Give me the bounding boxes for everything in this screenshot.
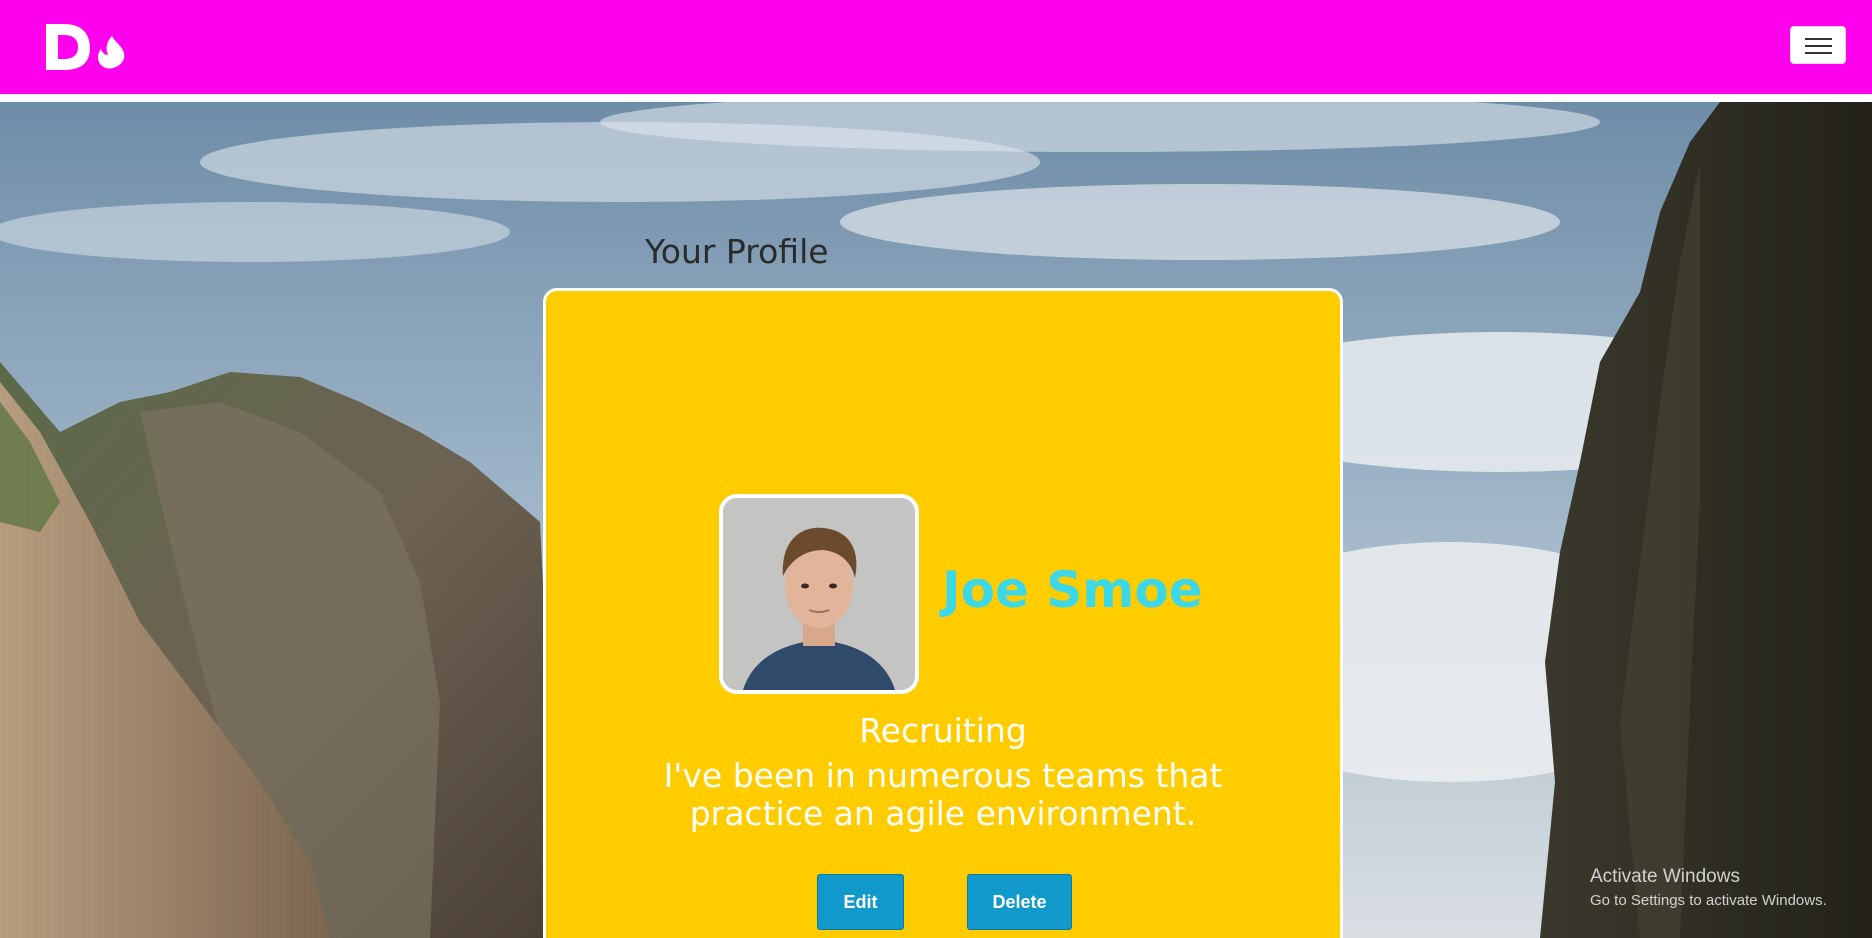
page-title: Your Profile [645,232,829,271]
profile-card: Joe Smoe Recruiting I've been in numerou… [543,288,1343,938]
menu-toggle-button[interactable] [1790,26,1846,64]
avatar [719,494,919,694]
user-portrait-icon [723,498,915,690]
edit-button[interactable]: Edit [817,874,904,930]
watermark-title: Activate Windows [1590,866,1740,887]
navbar [0,0,1872,98]
delete-button[interactable]: Delete [967,874,1072,930]
watermark-subtitle: Go to Settings to activate Windows. [1590,892,1827,909]
profile-bio: I've been in numerous teams that practic… [663,756,1223,833]
activate-windows-watermark: Activate Windows Go to Settings to activ… [1590,866,1827,909]
flame-icon [98,36,125,69]
brand-logo[interactable] [44,22,128,70]
profile-name: Joe Smoe [942,561,1203,619]
profile-role: Recruiting [859,711,1027,750]
hamburger-icon [1805,38,1832,40]
do-logo-icon [46,24,125,70]
